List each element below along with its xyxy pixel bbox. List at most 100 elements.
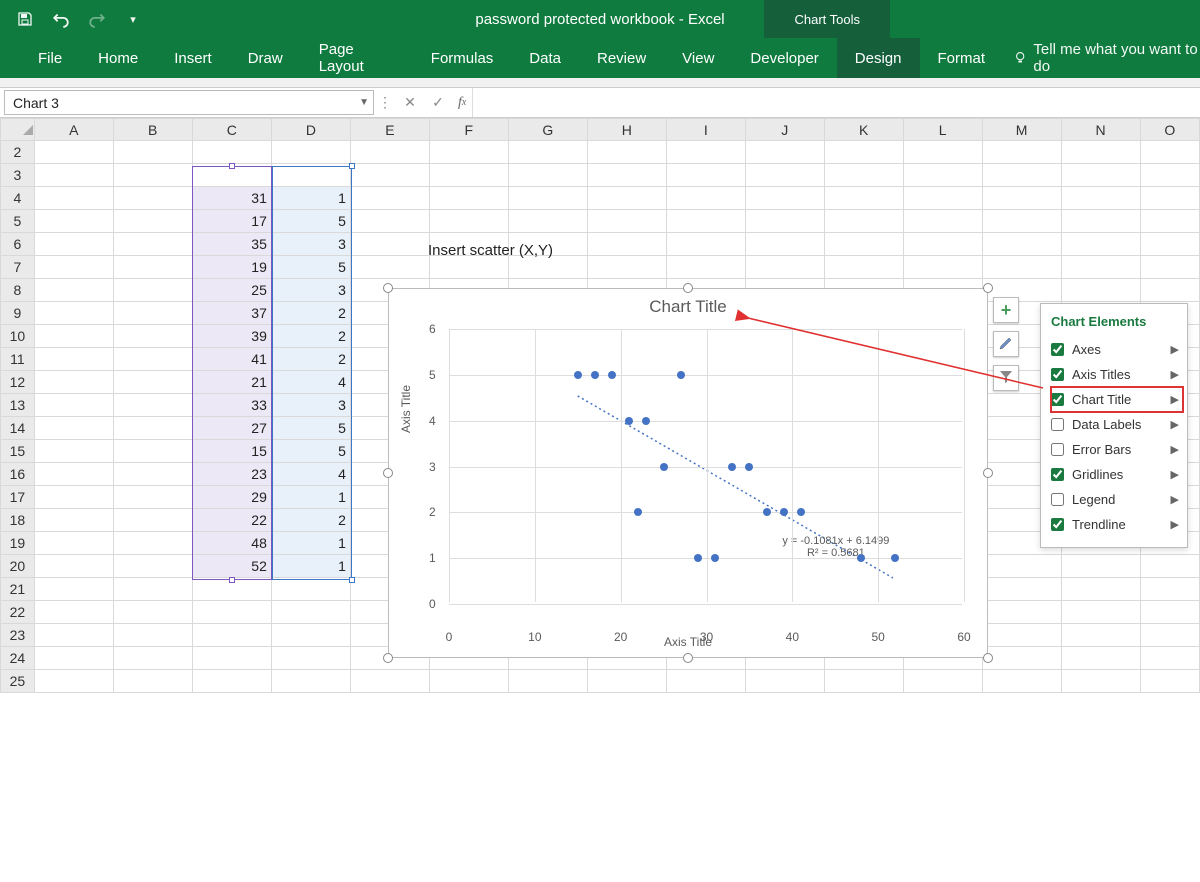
cell-N8[interactable] [1061, 279, 1140, 302]
cell-B17[interactable] [113, 486, 192, 509]
checkbox-icon[interactable] [1051, 368, 1064, 381]
chart-element-axes[interactable]: Axes▶ [1051, 337, 1183, 362]
chart-resize-handle[interactable] [983, 283, 993, 293]
chart-resize-handle[interactable] [383, 468, 393, 478]
col-header-M[interactable]: M [982, 119, 1061, 141]
cell-H2[interactable] [587, 141, 666, 164]
enter-formula-icon[interactable]: ✓ [424, 88, 452, 117]
cell-O25[interactable] [1140, 670, 1199, 693]
cell-M24[interactable] [982, 647, 1061, 670]
cell-D24[interactable] [271, 647, 350, 670]
cell-C23[interactable] [192, 624, 271, 647]
col-header-F[interactable]: F [429, 119, 508, 141]
data-point[interactable] [591, 371, 599, 379]
cell-D19[interactable]: 1 [271, 532, 350, 555]
cell-H3[interactable] [587, 164, 666, 187]
row-header-22[interactable]: 22 [1, 601, 35, 624]
cell-A6[interactable] [34, 233, 113, 256]
cell-B20[interactable] [113, 555, 192, 578]
cell-A10[interactable] [34, 325, 113, 348]
checkbox-icon[interactable] [1051, 343, 1064, 356]
cell-D16[interactable]: 4 [271, 463, 350, 486]
cell-G5[interactable] [508, 210, 587, 233]
cell-M22[interactable] [982, 601, 1061, 624]
checkbox-icon[interactable] [1051, 493, 1064, 506]
cell-D2[interactable] [271, 141, 350, 164]
cell-M21[interactable] [982, 578, 1061, 601]
chart-element-axis-titles[interactable]: Axis Titles▶ [1051, 362, 1183, 387]
tab-insert[interactable]: Insert [156, 38, 230, 78]
chart-element-chart-title[interactable]: Chart Title▶ [1051, 387, 1183, 412]
cell-D14[interactable]: 5 [271, 417, 350, 440]
cell-I2[interactable] [666, 141, 745, 164]
cell-F3[interactable] [429, 164, 508, 187]
cell-E7[interactable] [350, 256, 429, 279]
cell-J4[interactable] [745, 187, 824, 210]
cell-N5[interactable] [1061, 210, 1140, 233]
cell-A14[interactable] [34, 417, 113, 440]
row-header-15[interactable]: 15 [1, 440, 35, 463]
col-header-C[interactable]: C [192, 119, 271, 141]
row-header-2[interactable]: 2 [1, 141, 35, 164]
cell-B23[interactable] [113, 624, 192, 647]
col-header-E[interactable]: E [350, 119, 429, 141]
cell-A16[interactable] [34, 463, 113, 486]
cell-B10[interactable] [113, 325, 192, 348]
cell-N6[interactable] [1061, 233, 1140, 256]
cell-F4[interactable] [429, 187, 508, 210]
cell-B19[interactable] [113, 532, 192, 555]
row-header-4[interactable]: 4 [1, 187, 35, 210]
data-point[interactable] [711, 554, 719, 562]
cell-A15[interactable] [34, 440, 113, 463]
formula-input[interactable] [472, 88, 1200, 117]
row-header-21[interactable]: 21 [1, 578, 35, 601]
cell-D8[interactable]: 3 [271, 279, 350, 302]
row-header-25[interactable]: 25 [1, 670, 35, 693]
cell-O20[interactable] [1140, 555, 1199, 578]
cell-D11[interactable]: 2 [271, 348, 350, 371]
tab-format[interactable]: Format [920, 38, 1004, 78]
col-header-N[interactable]: N [1061, 119, 1140, 141]
checkbox-icon[interactable] [1051, 468, 1064, 481]
cell-B18[interactable] [113, 509, 192, 532]
cell-E4[interactable] [350, 187, 429, 210]
cell-D9[interactable]: 2 [271, 302, 350, 325]
chart-elements-button[interactable]: + [993, 297, 1019, 323]
cell-N2[interactable] [1061, 141, 1140, 164]
cell-I4[interactable] [666, 187, 745, 210]
cell-D17[interactable]: 1 [271, 486, 350, 509]
cell-O24[interactable] [1140, 647, 1199, 670]
cell-K6[interactable] [824, 233, 903, 256]
tab-view[interactable]: View [664, 38, 732, 78]
cell-B11[interactable] [113, 348, 192, 371]
data-point[interactable] [857, 554, 865, 562]
row-header-23[interactable]: 23 [1, 624, 35, 647]
chart-element-error-bars[interactable]: Error Bars▶ [1051, 437, 1183, 462]
col-header-L[interactable]: L [903, 119, 982, 141]
cell-C20[interactable]: 52 [192, 555, 271, 578]
cell-D25[interactable] [271, 670, 350, 693]
cell-C19[interactable]: 48 [192, 532, 271, 555]
cell-A4[interactable] [34, 187, 113, 210]
cell-M20[interactable] [982, 555, 1061, 578]
row-header-7[interactable]: 7 [1, 256, 35, 279]
row-header-13[interactable]: 13 [1, 394, 35, 417]
cell-D15[interactable]: 5 [271, 440, 350, 463]
row-header-3[interactable]: 3 [1, 164, 35, 187]
cell-F5[interactable] [429, 210, 508, 233]
cell-B15[interactable] [113, 440, 192, 463]
chart-resize-handle[interactable] [683, 653, 693, 663]
data-point[interactable] [780, 508, 788, 516]
cell-K25[interactable] [824, 670, 903, 693]
cell-D7[interactable]: 5 [271, 256, 350, 279]
cell-L6[interactable] [903, 233, 982, 256]
cell-C7[interactable]: 19 [192, 256, 271, 279]
cell-M3[interactable] [982, 164, 1061, 187]
cell-C11[interactable]: 41 [192, 348, 271, 371]
chart-resize-handle[interactable] [983, 653, 993, 663]
cell-C6[interactable]: 35 [192, 233, 271, 256]
formula-bar-handle-icon[interactable]: ⋮ [374, 88, 396, 117]
data-point[interactable] [797, 508, 805, 516]
cell-E3[interactable] [350, 164, 429, 187]
save-icon[interactable] [16, 10, 34, 28]
